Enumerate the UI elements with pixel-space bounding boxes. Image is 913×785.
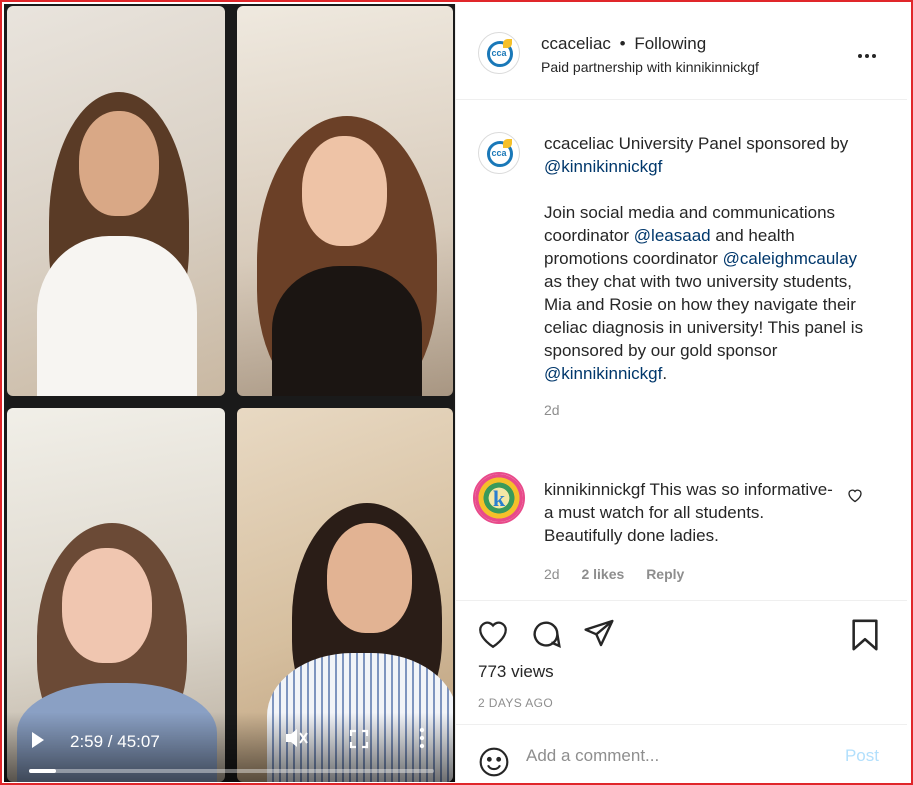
- comment-input[interactable]: [526, 743, 826, 769]
- kinnikinnick-logo-icon: k: [475, 474, 523, 522]
- author-username[interactable]: ccaceliac: [541, 34, 611, 53]
- mute-icon[interactable]: [284, 727, 308, 754]
- mention-kinnikinnickgf-link[interactable]: @kinnikinnickgf: [544, 364, 662, 383]
- partner-link[interactable]: kinnikinnickgf: [676, 59, 759, 75]
- caption-username[interactable]: ccaceliac: [544, 134, 614, 153]
- post-comment-button[interactable]: Post: [845, 746, 879, 766]
- caption-end: .: [662, 364, 668, 383]
- mention-caleighmcaulay-link[interactable]: @caleighmcaulay: [723, 249, 857, 268]
- comment-time: 2d: [544, 566, 560, 582]
- heart-icon[interactable]: [476, 618, 510, 655]
- bookmark-icon[interactable]: [850, 618, 880, 657]
- post-caption: ccaceliac University Panel sponsored by …: [544, 132, 874, 422]
- actions-divider: [456, 600, 907, 601]
- video-controls: 2:59 / 45:07: [4, 712, 455, 782]
- video-progress-bar[interactable]: [29, 769, 434, 773]
- comment: kinnikinnickgf This was so informative- …: [544, 478, 834, 547]
- comment-icon[interactable]: [530, 618, 562, 655]
- header-user-line: ccaceliac • Following: [541, 34, 706, 54]
- partnership-prefix: Paid partnership with: [541, 59, 672, 75]
- caption-avatar[interactable]: cca: [478, 132, 520, 174]
- commenter-avatar[interactable]: k: [473, 472, 525, 524]
- add-comment-bar: Post: [456, 724, 907, 782]
- mention-leasaad-link[interactable]: @leasaad: [634, 226, 711, 245]
- caption-line1: University Panel sponsored by: [618, 134, 849, 153]
- post-side-panel: cca ccaceliac • Following Paid partnersh…: [455, 4, 907, 782]
- header-separator: •: [619, 34, 626, 53]
- comment-likes[interactable]: 2 likes: [581, 566, 624, 582]
- video-tile-1: [7, 6, 225, 396]
- video-tile-2: [237, 6, 453, 396]
- post-header: cca ccaceliac • Following Paid partnersh…: [456, 4, 907, 100]
- comment-meta: 2d 2 likes Reply: [544, 566, 702, 582]
- cca-logo-icon: cca: [479, 33, 519, 73]
- video-timecode: 2:59 / 45:07: [70, 732, 160, 751]
- video-player[interactable]: 2:59 / 45:07: [4, 4, 455, 782]
- post-date: 2 DAYS AGO: [478, 696, 554, 710]
- video-progress-fill: [29, 769, 56, 773]
- comment-username[interactable]: kinnikinnickgf: [544, 480, 645, 499]
- play-icon[interactable]: [32, 732, 44, 748]
- comment-reply-button[interactable]: Reply: [646, 566, 684, 582]
- more-horizontal-icon[interactable]: [857, 50, 877, 59]
- share-icon[interactable]: [583, 618, 615, 653]
- more-vertical-icon[interactable]: [418, 727, 426, 754]
- mention-sponsor-link[interactable]: @kinnikinnickgf: [544, 157, 662, 176]
- caption-text-c: as they chat with two university student…: [544, 272, 864, 360]
- author-avatar[interactable]: cca: [478, 32, 520, 74]
- fullscreen-icon[interactable]: [349, 729, 369, 754]
- emoji-icon[interactable]: [478, 746, 510, 783]
- caption-time: 2d: [544, 402, 560, 418]
- views-count[interactable]: 773 views: [478, 662, 554, 682]
- following-button[interactable]: Following: [634, 34, 706, 53]
- comment-like-icon[interactable]: [847, 488, 863, 508]
- cca-logo-icon: cca: [479, 133, 519, 173]
- paid-partnership-line: Paid partnership with kinnikinnickgf: [541, 59, 759, 75]
